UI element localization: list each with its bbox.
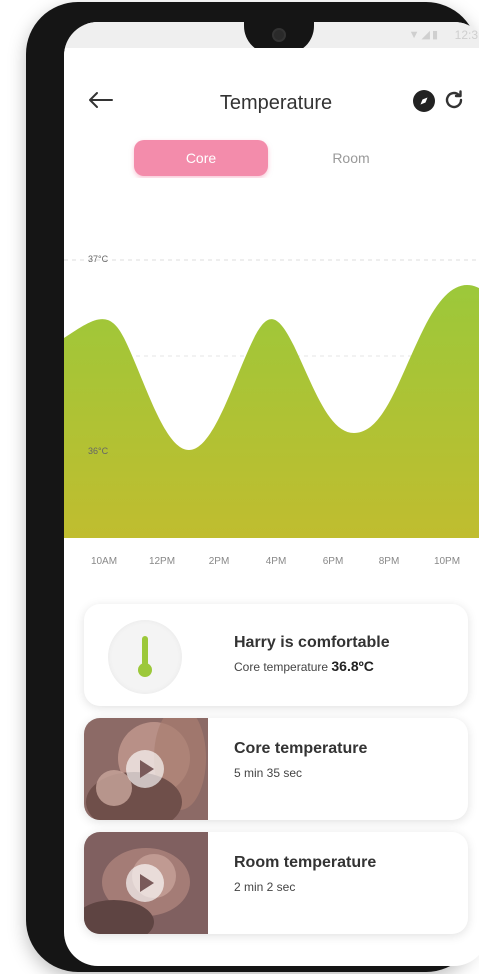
video-thumbnail xyxy=(84,832,208,934)
video-title: Room temperature xyxy=(234,854,377,871)
video-duration: 2 min 2 sec xyxy=(234,880,296,894)
refresh-icon[interactable] xyxy=(442,88,466,112)
tab-core[interactable]: Core xyxy=(134,140,268,176)
core-temperature-value: 36.8ºC xyxy=(331,658,374,674)
x-tick-6pm: 6PM xyxy=(322,556,344,567)
compass-icon[interactable] xyxy=(413,90,435,112)
x-tick-10am: 10AM xyxy=(90,556,118,567)
status-sub-label: Core temperature xyxy=(234,660,329,674)
video-title: Core temperature xyxy=(234,740,368,757)
status-bar: ▼◢▮ 12:3 xyxy=(64,22,479,54)
video-card-core[interactable]: Core temperature 5 min 35 sec xyxy=(84,718,468,820)
status-card: Harry is comfortable Core temperature 36… xyxy=(84,604,468,706)
y-tick-36: 36°C xyxy=(88,446,109,456)
camera-icon xyxy=(272,28,286,42)
video-thumbnail xyxy=(84,718,208,820)
x-tick-4pm: 4PM xyxy=(265,556,287,567)
status-icons: ▼◢▮ xyxy=(408,29,440,41)
thermometer-badge xyxy=(108,620,182,694)
phone-frame: ▼◢▮ 12:3 Temperature Core Room 37°C 36°C… xyxy=(26,2,479,972)
x-tick-2pm: 2PM xyxy=(208,556,230,567)
status-time: 12:3 xyxy=(454,28,478,42)
x-tick-12pm: 12PM xyxy=(148,556,176,567)
video-duration: 5 min 35 sec xyxy=(234,766,303,780)
play-button[interactable] xyxy=(126,864,164,902)
screen: ▼◢▮ 12:3 Temperature Core Room 37°C 36°C… xyxy=(64,22,479,966)
chart-plot xyxy=(64,259,479,538)
temperature-chart: 37°C 36°C 10AM 12PM 2PM 4PM 6PM 8PM 10PM xyxy=(64,178,479,606)
thermometer-icon xyxy=(138,636,152,677)
y-tick-37: 37°C xyxy=(88,254,109,264)
tab-room[interactable]: Room xyxy=(284,140,418,176)
play-button[interactable] xyxy=(126,750,164,788)
status-title: Harry is comfortable xyxy=(234,634,390,651)
x-tick-8pm: 8PM xyxy=(378,556,400,567)
status-subtitle: Core temperature 36.8ºC xyxy=(234,658,374,674)
temperature-area xyxy=(64,285,479,538)
x-tick-10pm: 10PM xyxy=(433,556,461,567)
video-card-room[interactable]: Room temperature 2 min 2 sec xyxy=(84,832,468,934)
